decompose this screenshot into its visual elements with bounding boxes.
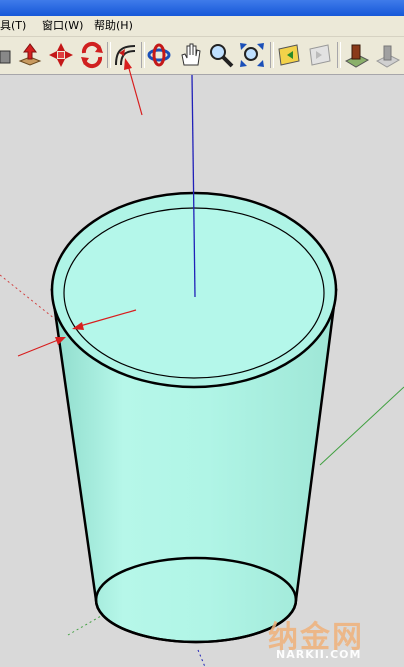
annotation-arrow-outer-line: [17, 339, 59, 357]
blue-axis-dashed: [197, 649, 206, 667]
red-axis-line: [0, 274, 61, 324]
green-axis-line: [319, 386, 404, 466]
watermark: 纳金网 NARKII.COM: [264, 612, 404, 667]
annotation-arrow-toolbar: [124, 58, 143, 116]
model-scene: [0, 75, 404, 667]
sketchup-window: 具(T) 窗口(W) 帮助(H) 纳金网 NARKII.COM: [0, 0, 404, 667]
watermark-url: NARKII.COM: [276, 648, 362, 661]
drawing-viewport[interactable]: [0, 75, 404, 667]
